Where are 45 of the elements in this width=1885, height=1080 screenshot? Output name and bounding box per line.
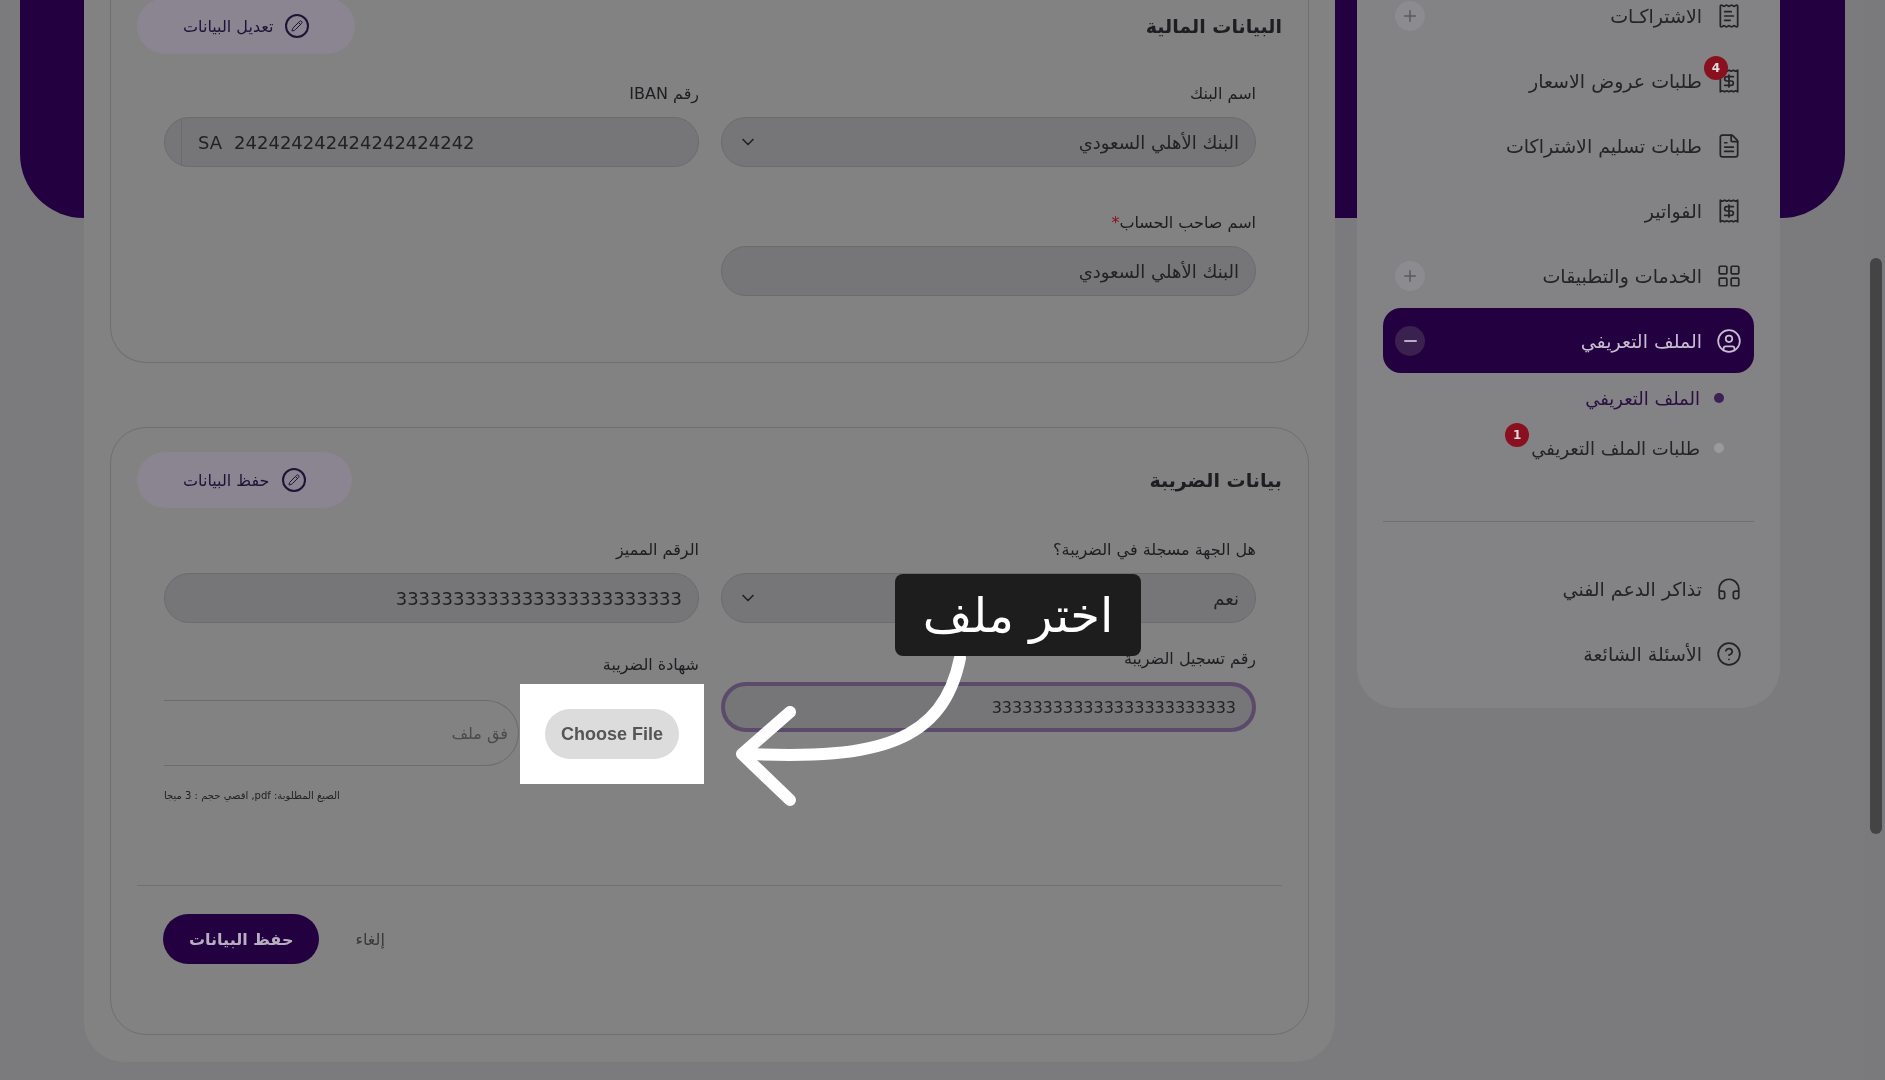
minus-icon <box>1403 339 1417 342</box>
pencil-icon <box>285 14 310 38</box>
sidebar-item[interactable]: الفواتير <box>1383 178 1754 243</box>
sidebar-item[interactable]: الخدمات والتطبيقات <box>1383 243 1754 308</box>
notification-badge: 1 <box>1505 423 1530 447</box>
sidebar-icon <box>1716 262 1742 289</box>
field-label: هل الجهة مسجلة في الضريبة؟ <box>1053 540 1256 559</box>
save-button[interactable]: حفظ البيانات <box>163 914 320 964</box>
field-label: الرقم المميز <box>616 540 699 559</box>
sidebar-item[interactable]: الاشتراكـات <box>1383 0 1754 48</box>
pencil-icon <box>281 468 306 492</box>
notification-badge: 4 <box>1704 55 1728 80</box>
section-title: بيانات الضريبة <box>1149 469 1282 491</box>
save-data-button[interactable]: حفظ البيانات <box>137 452 352 508</box>
collapse-toggle[interactable] <box>1395 325 1425 356</box>
tooltip: اختر ملف <box>895 574 1141 656</box>
file-hint: الصيغ المطلوبة: pdf, اقصي حجم : 3 ميجا <box>164 790 340 801</box>
choose-file-button[interactable]: Choose File <box>545 709 679 759</box>
sidebar-icon <box>1716 640 1742 667</box>
submenu-item[interactable]: طلبات الملف التعريفي <box>1531 437 1700 459</box>
tax-number-field[interactable]: 333333333333333333333333 <box>721 682 1256 732</box>
submenu-item[interactable]: الملف التعريفي <box>1585 387 1700 409</box>
section-title: البيانات المالية <box>1145 15 1282 37</box>
expand-toggle[interactable] <box>1395 260 1425 291</box>
sidebar-item[interactable]: الأسئلة الشائعة <box>1383 621 1754 686</box>
sidebar-icon <box>1716 197 1742 224</box>
edit-button[interactable]: تعديل البيانات <box>137 0 356 54</box>
account-holder-field[interactable]: البنك الأهلي السعودي <box>721 246 1256 296</box>
sidebar-item[interactable]: طلبات تسليم الاشتراكات <box>1383 113 1754 178</box>
field-label: اسم البنك <box>1189 84 1256 103</box>
cancel-button[interactable]: إلغاء <box>349 928 391 950</box>
field-label: شهادة الضريبة <box>602 655 699 674</box>
sidebar-icon <box>1716 2 1742 29</box>
field-label: اسم صاحب الحساب* <box>1111 213 1256 232</box>
required-asterisk: * <box>1111 213 1120 232</box>
sidebar-item[interactable]: تذاكر الدعم الفني <box>1383 556 1754 621</box>
bank-select[interactable]: البنك الأهلي السعودي <box>721 117 1256 167</box>
field-label: رقم IBAN <box>629 84 699 103</box>
sidebar-item[interactable]: الملف التعريفي <box>1383 308 1754 373</box>
distinct-number-field[interactable]: 3333333333333333333333333 <box>164 573 699 623</box>
expand-toggle[interactable] <box>1395 0 1425 31</box>
sidebar-icon <box>1716 327 1742 354</box>
sidebar-icon <box>1716 132 1742 159</box>
sidebar-icon <box>1716 575 1742 602</box>
scrollbar-thumb[interactable] <box>1870 258 1882 834</box>
